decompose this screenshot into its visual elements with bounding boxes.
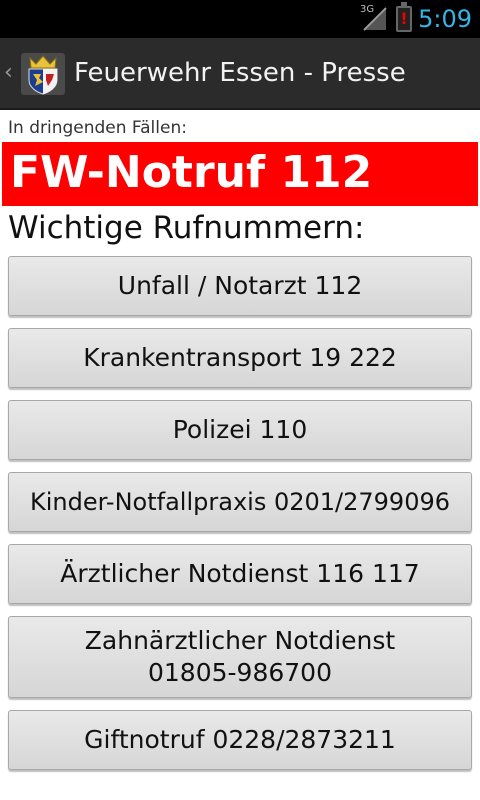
button-label: Kinder-Notfallpraxis 0201/2799096 xyxy=(29,488,450,516)
button-label: Unfall / Notarzt 112 xyxy=(117,271,363,300)
section-heading: Wichtige Rufnummern: xyxy=(8,210,365,246)
app-title: Feuerwehr Essen - Presse xyxy=(74,58,406,88)
call-dental-emergency-button[interactable]: Zahnärztlicher Notdienst 01805-986700 xyxy=(8,616,472,698)
button-label: Ärztlicher Notdienst 116 117 xyxy=(60,559,420,588)
call-children-emergency-practice-button[interactable]: Kinder-Notfallpraxis 0201/2799096 xyxy=(8,472,472,532)
call-accident-emergency-button[interactable]: Unfall / Notarzt 112 xyxy=(8,256,472,316)
call-police-button[interactable]: Polizei 110 xyxy=(8,400,472,460)
emergency-call-banner[interactable]: FW-Notruf 112 xyxy=(2,142,478,206)
emergency-call-text: FW-Notruf 112 xyxy=(10,147,373,198)
button-label: Giftnotruf 0228/2873211 xyxy=(84,725,396,754)
battery-icon: ! xyxy=(396,2,412,32)
call-ambulance-transport-button[interactable]: Krankentransport 19 222 xyxy=(8,328,472,388)
battery-alert-mark: ! xyxy=(400,9,408,28)
button-label-line1: Zahnärztlicher Notdienst xyxy=(84,626,396,655)
clock: 5:09 xyxy=(418,5,472,33)
call-medical-on-call-service-button[interactable]: Ärztlicher Notdienst 116 117 xyxy=(8,544,472,604)
signal-strength-icon xyxy=(363,7,387,31)
urgent-label: In dringenden Fällen: xyxy=(8,118,187,138)
button-label: Krankentransport 19 222 xyxy=(83,343,397,372)
main-content: In dringenden Fällen: FW-Notruf 112 Wich… xyxy=(0,110,480,800)
coat-of-arms-icon[interactable] xyxy=(20,52,66,96)
action-bar: ‹ Feuerwehr Essen - Presse xyxy=(0,38,480,110)
up-navigation-icon[interactable]: ‹ xyxy=(4,60,13,85)
button-label-line2: 01805-986700 xyxy=(148,658,332,687)
call-poison-control-button[interactable]: Giftnotruf 0228/2873211 xyxy=(8,710,472,770)
status-bar: 3G ! 5:09 xyxy=(0,0,480,38)
button-label: Polizei 110 xyxy=(172,415,308,444)
